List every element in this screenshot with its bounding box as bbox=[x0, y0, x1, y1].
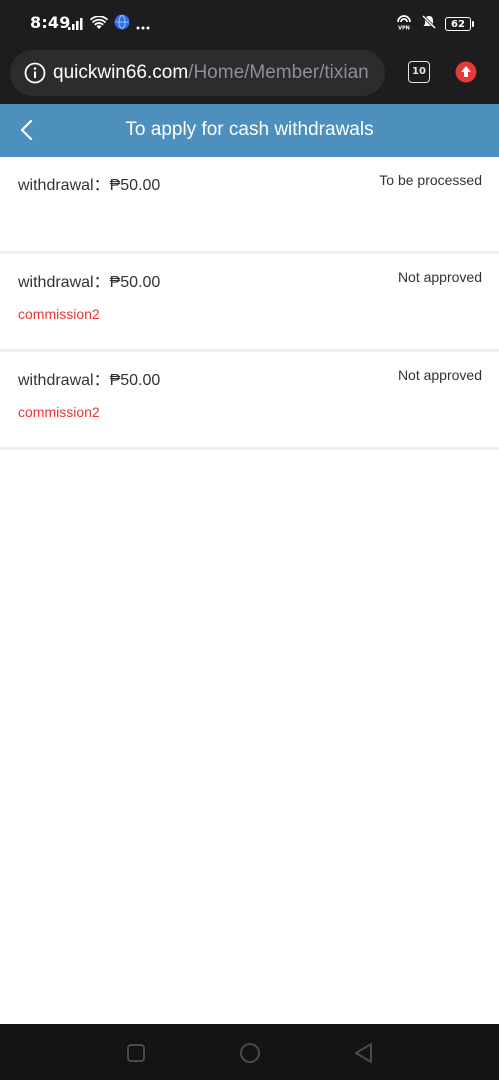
mute-icon bbox=[421, 14, 437, 34]
withdrawal-label: withdrawal： bbox=[18, 274, 110, 291]
withdrawal-record[interactable]: withdrawal：₱50.00 To be processed bbox=[0, 157, 499, 254]
withdrawal-amount: ₱50.00 bbox=[109, 177, 161, 194]
battery-indicator: 62 bbox=[445, 17, 474, 31]
square-icon[interactable] bbox=[124, 1041, 148, 1065]
status-bar: 8:49 VPN 62 bbox=[0, 0, 499, 46]
withdrawal-status: Not approved bbox=[397, 367, 482, 383]
withdrawal-amount-line: withdrawal：₱50.00 bbox=[18, 268, 160, 292]
svg-text:VPN: VPN bbox=[398, 26, 410, 31]
withdrawal-note: commission2 bbox=[18, 404, 100, 420]
withdrawal-label: withdrawal： bbox=[18, 372, 110, 389]
triangle-left-icon[interactable] bbox=[352, 1041, 376, 1065]
tab-switcher-button[interactable]: 10 bbox=[408, 61, 430, 83]
system-nav-bar bbox=[0, 1024, 499, 1080]
url-path: /Home/Member/tixian bbox=[188, 62, 369, 83]
withdrawal-amount: ₱50.00 bbox=[109, 372, 161, 389]
page-title: To apply for cash withdrawals bbox=[125, 119, 374, 140]
app-screen: 8:49 VPN 62 quickwin66.com/Home/Member/t… bbox=[0, 0, 499, 1080]
status-time: 8:49 bbox=[30, 13, 71, 32]
info-icon[interactable] bbox=[24, 62, 46, 84]
withdrawal-amount-line: withdrawal：₱50.00 bbox=[18, 366, 160, 390]
wifi-icon bbox=[89, 14, 109, 34]
withdrawal-record[interactable]: withdrawal：₱50.00 Not approved commissio… bbox=[0, 352, 499, 450]
withdrawal-amount: ₱50.00 bbox=[109, 274, 161, 291]
withdrawal-note: commission2 bbox=[18, 306, 100, 322]
withdrawal-record[interactable]: withdrawal：₱50.00 Not approved commissio… bbox=[0, 254, 499, 352]
arrow-up-icon[interactable] bbox=[455, 61, 477, 83]
more-notifications-icon bbox=[136, 15, 150, 34]
circle-icon[interactable] bbox=[238, 1041, 262, 1065]
withdrawal-amount-line: withdrawal：₱50.00 bbox=[18, 171, 160, 195]
status-icons-right: VPN 62 bbox=[395, 14, 474, 34]
withdrawal-status: Not approved bbox=[397, 269, 482, 285]
status-icons-left bbox=[68, 14, 150, 34]
address-bar[interactable]: quickwin66.com/Home/Member/tixian bbox=[10, 50, 385, 96]
browser-toolbar: quickwin66.com/Home/Member/tixian 10 bbox=[0, 46, 499, 104]
page-header: To apply for cash withdrawals bbox=[0, 104, 499, 157]
withdrawal-list: withdrawal：₱50.00 To be processed withdr… bbox=[0, 157, 499, 450]
withdrawal-status: To be processed bbox=[379, 172, 482, 188]
browser-globe-icon bbox=[114, 14, 130, 34]
signal-icon bbox=[68, 15, 84, 34]
url-domain: quickwin66.com bbox=[53, 62, 189, 83]
url-text[interactable]: quickwin66.com/Home/Member/tixian bbox=[53, 62, 383, 84]
withdrawal-label: withdrawal： bbox=[18, 177, 110, 194]
vpn-icon: VPN bbox=[395, 14, 413, 34]
